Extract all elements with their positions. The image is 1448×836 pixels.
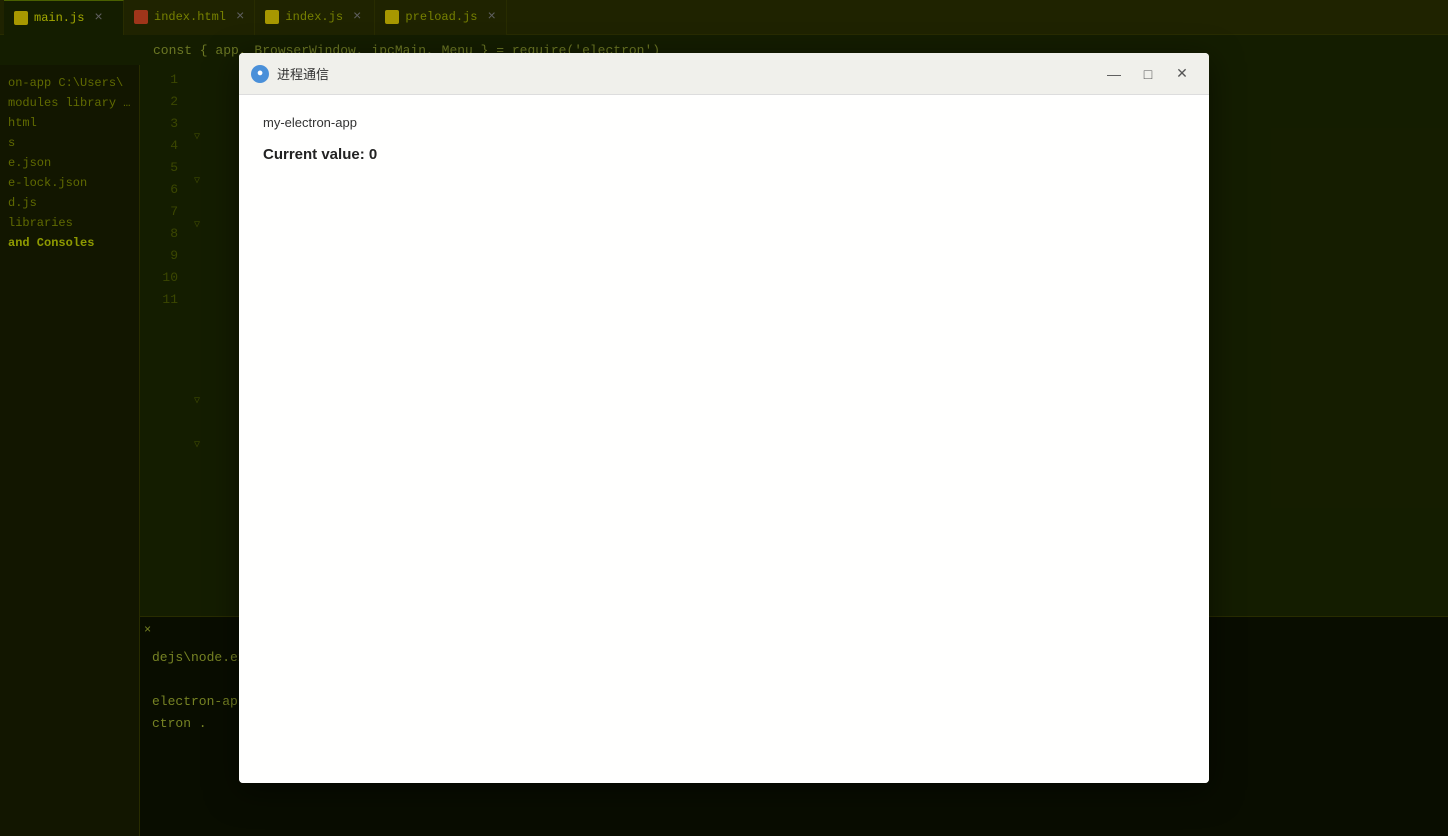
dialog-window-controls: — □ ✕ bbox=[1099, 64, 1197, 84]
dialog-app-icon: ● bbox=[251, 65, 269, 83]
current-value-number: 0 bbox=[369, 146, 377, 163]
dialog-maximize-button[interactable]: □ bbox=[1133, 64, 1163, 84]
dialog-overlay: ● 进程通信 — □ ✕ my-electron-app Current val… bbox=[0, 0, 1448, 836]
dialog-current-value-display: Current value: 0 bbox=[263, 146, 1185, 163]
dialog-content: my-electron-app Current value: 0 bbox=[239, 95, 1209, 783]
current-value-label: Current value: bbox=[263, 146, 365, 163]
ipc-dialog: ● 进程通信 — □ ✕ my-electron-app Current val… bbox=[239, 53, 1209, 783]
dialog-minimize-button[interactable]: — bbox=[1099, 64, 1129, 84]
dialog-title-text: 进程通信 bbox=[277, 64, 1099, 83]
dialog-close-button[interactable]: ✕ bbox=[1167, 64, 1197, 84]
dialog-subtitle: my-electron-app bbox=[263, 115, 1185, 130]
dialog-titlebar: ● 进程通信 — □ ✕ bbox=[239, 53, 1209, 95]
